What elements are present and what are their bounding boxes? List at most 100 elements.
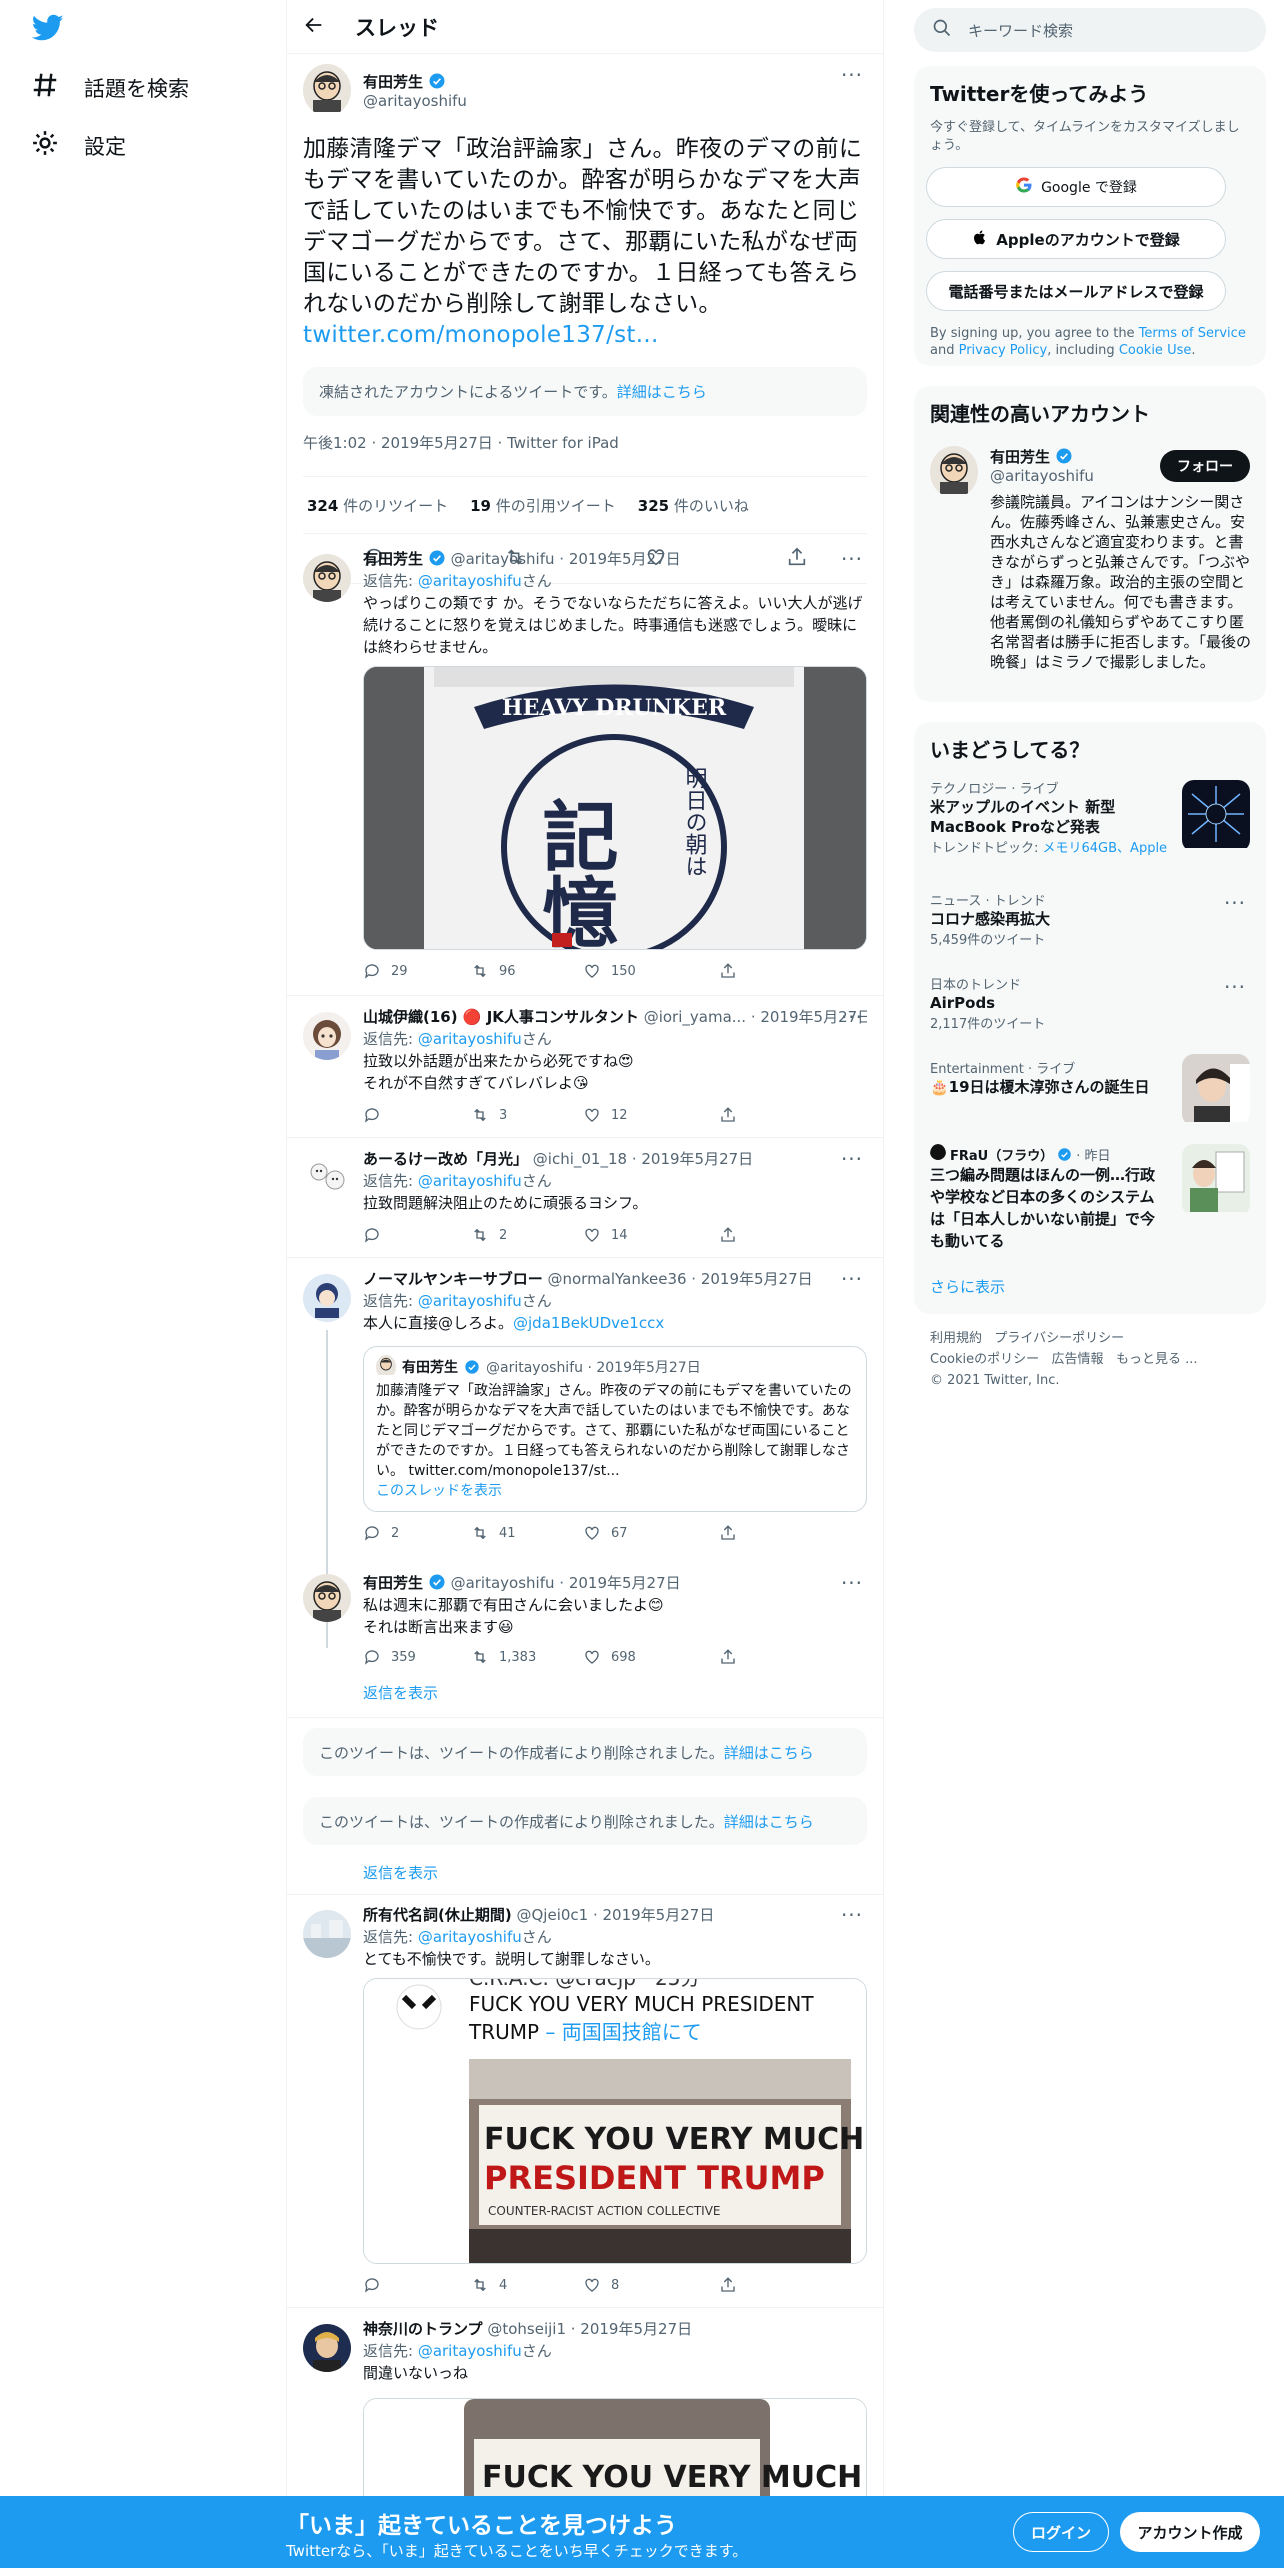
quote-count[interactable]: 19 件の引用ツイート [470, 495, 616, 516]
avatar[interactable] [303, 64, 351, 116]
author-handle[interactable]: @ichi_01_18 · 2019年5月27日 [533, 1150, 753, 1168]
author-handle[interactable]: @aritayoshifu · 2019年5月27日 [451, 1574, 681, 1592]
share-button[interactable] [719, 1524, 827, 1542]
author-name[interactable]: あーるけー改め「月光」 [363, 1150, 528, 1168]
author-name[interactable]: 有田芳生 [363, 550, 423, 568]
like-button[interactable]: 698 [583, 1648, 719, 1666]
phone-email-signup-button[interactable]: 電話番号またはメールアドレスで登録 [926, 271, 1226, 311]
reply-button[interactable] [363, 2276, 471, 2294]
details-link[interactable]: 詳細はこちら [724, 1742, 814, 1763]
show-more-link[interactable]: さらに表示 [930, 1276, 1005, 1297]
google-signup-button[interactable]: Google で登録 [926, 167, 1226, 207]
nav-explore[interactable]: 話題を検索 [30, 70, 189, 105]
like-button[interactable]: 150 [583, 962, 719, 980]
like-button[interactable]: 14 [583, 1226, 719, 1244]
author-name[interactable]: ノーマルヤンキーサブロー [363, 1270, 543, 1288]
show-replies-link[interactable]: 返信を表示 [363, 1862, 438, 1883]
trend-item[interactable]: テクノロジー · ライブ 米アップルのイベント 新型MacBook Proなど発… [914, 778, 1266, 858]
footer-link[interactable]: 利用規約 [930, 1331, 982, 1346]
details-link[interactable]: 詳細はこちら [617, 383, 707, 401]
reply-tweet[interactable]: 山城伊織(16) 🔴 JK人事コンサルタント @iori_yama... · 2… [287, 996, 883, 1138]
more-options-icon[interactable]: ··· [837, 544, 867, 574]
avatar[interactable] [303, 1012, 351, 1060]
mention-link[interactable]: @jda1BekUDve1ccx [513, 1314, 664, 1332]
reply-button[interactable] [363, 1226, 471, 1244]
nested-reply[interactable]: 有田芳生 @aritayoshifu · 2019年5月27日 ··· 私は週末… [363, 1571, 867, 1703]
share-button[interactable] [719, 2276, 827, 2294]
retweet-count[interactable]: 324 件のリツイート [307, 495, 448, 516]
follow-button[interactable]: フォロー [1160, 450, 1250, 482]
like-count[interactable]: 325 件のいいね [638, 495, 749, 516]
retweet-button[interactable]: 4 [471, 2276, 583, 2294]
author-name[interactable]: 神奈川のトランプ [363, 2320, 483, 2338]
tweet-meta[interactable]: 午後1:02 · 2019年5月27日 · Twitter for iPad [303, 432, 867, 464]
author-handle[interactable]: @iori_yama... · 2019年5月27日 [644, 1008, 867, 1026]
footer-link[interactable]: Cookieのポリシー [930, 1352, 1039, 1367]
avatar[interactable] [930, 446, 978, 498]
avatar[interactable] [303, 2324, 351, 2372]
signup-button[interactable]: アカウント作成 [1120, 2512, 1260, 2552]
avatar[interactable] [303, 1574, 351, 1622]
quoted-tweet[interactable]: 有田芳生 @aritayoshifu · 2019年5月27日 加藤清隆デマ「政… [363, 1346, 867, 1512]
more-options-icon[interactable]: ··· [837, 1144, 867, 1174]
more-options-icon[interactable]: ··· [837, 1900, 867, 1930]
share-button[interactable] [719, 1106, 827, 1124]
more-options-icon[interactable]: ··· [837, 1002, 867, 1032]
reply-button[interactable]: 359 [363, 1648, 471, 1666]
reply-tweet[interactable]: あーるけー改め「月光」 @ichi_01_18 · 2019年5月27日 ···… [287, 1138, 883, 1258]
retweet-button[interactable]: 3 [471, 1106, 583, 1124]
author-handle[interactable]: @normalYankee36 · 2019年5月27日 [547, 1270, 812, 1288]
nav-settings[interactable]: 設定 [30, 128, 126, 163]
show-replies-link[interactable]: 返信を表示 [363, 1682, 867, 1703]
avatar[interactable] [303, 1274, 351, 1322]
reply-button[interactable]: 2 [363, 1524, 471, 1542]
more-options-icon[interactable]: ··· [1220, 972, 1250, 1002]
footer-link[interactable]: プライバシーポリシー [994, 1331, 1124, 1346]
avatar[interactable] [303, 554, 351, 602]
reply-tweet[interactable]: 神奈川のトランプ @tohseiji1 · 2019年5月27日 返信先: @a… [287, 2308, 883, 2518]
reply-button[interactable]: 29 [363, 962, 471, 980]
back-arrow-icon[interactable] [303, 14, 325, 40]
author-name[interactable]: 有田芳生 [363, 73, 423, 91]
like-button[interactable]: 67 [583, 1524, 719, 1542]
related-handle[interactable]: @aritayoshifu [990, 467, 1094, 485]
author-name[interactable]: 山城伊織(16) 🔴 JK人事コンサルタント [363, 1008, 639, 1026]
author-handle[interactable]: @aritayoshifu · 2019年5月27日 [451, 550, 681, 568]
author-handle[interactable]: @tohseiji1 · 2019年5月27日 [487, 2320, 692, 2338]
author-handle[interactable]: @aritayoshifu [363, 92, 467, 110]
retweet-button[interactable]: 2 [471, 1226, 583, 1244]
retweet-button[interactable]: 96 [471, 962, 583, 980]
trend-item[interactable]: Entertainment · ライブ 🎂19日は榎木淳弥さんの誕生日 [914, 1054, 1266, 1130]
tweet-image[interactable]: HEAVY DRUNKER 明日の朝は 記憶無 [363, 666, 867, 950]
trend-item[interactable]: FRaU（フラウ） · 昨日 三つ編み問題はほんの一例…行政や学校など日本の多く… [914, 1144, 1266, 1264]
footer-link[interactable]: もっと見る ... [1116, 1352, 1198, 1367]
retweet-button[interactable]: 1,383 [471, 1648, 583, 1666]
retweet-button[interactable]: 41 [471, 1524, 583, 1542]
more-options-icon[interactable]: ··· [837, 1264, 867, 1294]
author-name[interactable]: 有田芳生 [363, 1574, 423, 1592]
twitter-logo-icon[interactable] [31, 14, 64, 46]
trend-item[interactable]: ニュース · トレンド コロナ感染再拡大 5,459件のツイート ··· [914, 890, 1266, 954]
cookie-link[interactable]: Cookie Use [1119, 343, 1192, 358]
reply-tweet[interactable]: 有田芳生 @aritayoshifu · 2019年5月27日 ··· 返信先:… [287, 538, 883, 996]
trend-item[interactable]: 日本のトレンド AirPods 2,117件のツイート ··· [914, 974, 1266, 1038]
share-button[interactable] [719, 1226, 827, 1244]
tweet-image[interactable]: C.R.A.C. @cracjp · 25分 FUCK YOU VERY MUC… [363, 1978, 867, 2264]
author-handle[interactable]: @Qjei0c1 · 2019年5月27日 [517, 1906, 715, 1924]
search-input[interactable]: キーワード検索 [968, 20, 1073, 41]
details-link[interactable]: 詳細はこちら [724, 1811, 814, 1832]
more-options-icon[interactable]: ··· [837, 60, 867, 90]
apple-signup-button[interactable]: Appleのアカウントで登録 [926, 219, 1226, 259]
author-name[interactable]: 所有代名詞(休止期間) [363, 1906, 512, 1924]
privacy-link[interactable]: Privacy Policy [959, 343, 1048, 358]
avatar[interactable] [303, 1910, 351, 1958]
login-button[interactable]: ログイン [1013, 2512, 1109, 2552]
terms-link[interactable]: Terms of Service [1139, 326, 1246, 341]
show-thread-link[interactable]: このスレッドを表示 [376, 1481, 854, 1501]
related-name[interactable]: 有田芳生 [990, 448, 1050, 466]
like-button[interactable]: 12 [583, 1106, 719, 1124]
search-bar[interactable]: キーワード検索 [914, 8, 1266, 52]
share-button[interactable] [719, 1648, 827, 1666]
reply-tweet[interactable]: 所有代名詞(休止期間) @Qjei0c1 · 2019年5月27日 ··· 返信… [287, 1894, 883, 2308]
more-options-icon[interactable]: ··· [837, 1568, 867, 1598]
